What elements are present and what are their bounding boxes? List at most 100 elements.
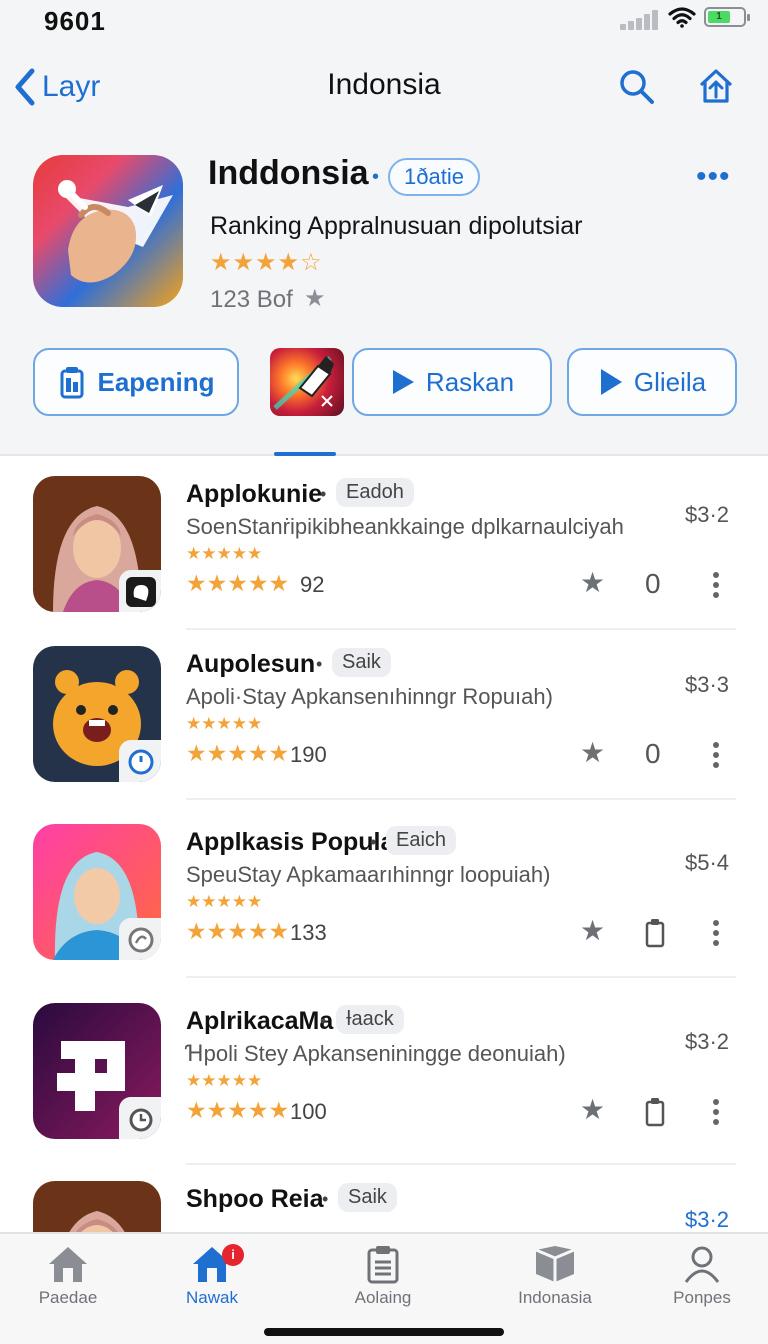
tab-label: Indonasia [518, 1288, 592, 1307]
home-indicator [264, 1328, 504, 1336]
person-hijab-icon[interactable] [33, 1181, 161, 1232]
navigation-bar: Layr Indonsia [0, 44, 768, 130]
row-divider [186, 976, 736, 978]
battery-icon: 1 [704, 7, 750, 27]
person-hijab-icon[interactable] [33, 476, 161, 612]
review-count: 123 Bof [210, 286, 293, 313]
small-rating-stars: ★★★★★ [186, 714, 263, 733]
letter-p-icon[interactable] [33, 1003, 161, 1139]
app-name[interactable]: Shpoo Reia [186, 1185, 324, 1214]
name-separator: • [322, 1189, 329, 1209]
tab-aolaing[interactable]: Aolaing [323, 1244, 443, 1324]
clipboard-icon[interactable] [644, 1097, 666, 1127]
app-name[interactable]: Applokunie [186, 480, 322, 509]
more-vertical-icon[interactable] [706, 1097, 726, 1127]
list-item[interactable]: Shpoo Reia • Saik $3·2 [0, 1179, 768, 1232]
favorite-star-icon[interactable]: ★ [580, 914, 605, 947]
app-name[interactable]: Aupolesun [186, 650, 315, 679]
rating-count: 133 [290, 920, 327, 945]
price-label: $3·2 [685, 1029, 730, 1054]
tab-label: Paedae [38, 1288, 98, 1307]
rating-count: 92 [300, 572, 325, 597]
app-name[interactable]: AplrikacaMa [186, 1007, 333, 1036]
favorite-star-icon[interactable]: ★ [580, 1093, 605, 1126]
search-icon[interactable] [616, 66, 656, 106]
tab-nawak[interactable]: i Nawak [152, 1244, 272, 1324]
tab-label: Nawak [186, 1288, 238, 1307]
more-vertical-icon[interactable] [706, 918, 726, 948]
glieila-label: Glieila [633, 366, 707, 397]
category-tag[interactable]: Saik [332, 648, 391, 677]
clipboard-icon[interactable] [644, 918, 666, 948]
app-title: Inddonsia [208, 154, 369, 192]
cellular-signal-icon [620, 10, 660, 30]
tab-paedae[interactable]: Paedae [8, 1244, 128, 1324]
price-label: $3·3 [685, 672, 730, 697]
play-icon [392, 370, 414, 394]
small-rating-stars: ★★★★★ [186, 892, 263, 911]
box-icon [535, 1246, 575, 1282]
app-subtitle: Ranking Appralnusuan dipolutsiar [210, 212, 583, 240]
tab-label: Ponpes [673, 1288, 731, 1307]
status-bar: 9601 1 [0, 0, 768, 44]
device-icon [60, 367, 84, 399]
list-item[interactable]: Applkasis Popula • Eaich $5·4 SpeuStay A… [0, 822, 768, 992]
category-tag[interactable]: Ɨaack [336, 1005, 404, 1034]
opening-label: Eapening [97, 366, 215, 397]
house-icon [49, 1247, 87, 1282]
more-options-icon[interactable]: ••• [696, 160, 731, 194]
person-blue-hijab-icon[interactable] [33, 824, 161, 960]
pen-tool-icon [273, 356, 334, 410]
list-item[interactable]: Aupolesun • Saik $3·3 Apoli·Stay Apkanse… [0, 644, 768, 814]
price-label: $5·4 [685, 850, 730, 875]
app-description: Apoli·Stay Apkansenıhinngr Ropuıah) [186, 684, 553, 709]
play-button-raskan[interactable]: Raskan [352, 348, 552, 416]
favorite-star-icon[interactable]: ★ [580, 736, 605, 769]
opening-button[interactable]: Eapening [33, 348, 239, 416]
app-description: SpeuStay Apkamaarıhinngr loopuiah) [186, 862, 551, 887]
title-separator: • [372, 166, 380, 188]
app-icon[interactable] [33, 155, 183, 307]
rating-stars: ★★★★★ [186, 570, 290, 596]
app-list: Applokunie • Eadoh $3·2 SoenStanṙipikibh… [0, 456, 768, 1232]
play-button-glieila[interactable]: Glieila [567, 348, 737, 416]
rating-stars: ★★★★★ [186, 918, 290, 944]
more-vertical-icon[interactable] [706, 570, 726, 600]
app-description: Ɦpoli Stey Apkanseniningge deonuiah) [186, 1041, 566, 1066]
name-separator: • [320, 484, 327, 504]
name-separator: • [370, 832, 377, 852]
category-badge[interactable]: 1ðatie [388, 158, 480, 196]
tab-indonasia[interactable]: Indonasia [495, 1244, 615, 1324]
app-badge-icon [119, 918, 161, 960]
app-header: Inddonsia • 1ðatie ••• Ranking Appralnus… [0, 130, 768, 456]
rating-stars: ★★★★☆ [210, 249, 323, 276]
category-tag[interactable]: Saik [338, 1183, 397, 1212]
rating-count: 100 [290, 1099, 327, 1124]
bear-mascot-icon[interactable] [33, 646, 161, 782]
row-divider [186, 1163, 736, 1165]
app-description: SoenStanṙipikibheankkainge dplkarnaulciy… [186, 514, 624, 539]
app-badge-icon [119, 740, 161, 782]
share-home-icon[interactable] [696, 66, 736, 106]
row-divider [186, 798, 736, 800]
rating-count: 190 [290, 742, 327, 767]
list-item[interactable]: Applokunie • Eadoh $3·2 SoenStanṙipikibh… [0, 474, 768, 644]
download-count: 0 [645, 568, 661, 599]
clipboard-icon [367, 1246, 399, 1284]
row-divider [186, 628, 736, 630]
more-vertical-icon[interactable] [706, 740, 726, 770]
list-item[interactable]: AplrikacaMa • Ɨaack $3·2 Ɦpoli Stey Apka… [0, 1001, 768, 1171]
small-rating-stars: ★★★★★ [186, 1071, 263, 1090]
category-tag[interactable]: Eadoh [336, 478, 414, 507]
app-badge-icon [119, 1097, 161, 1139]
tab-label: Aolaing [354, 1288, 412, 1307]
preview-thumbnail[interactable] [270, 348, 344, 416]
name-separator: • [316, 654, 323, 674]
tab-ponpes[interactable]: Ponpes [642, 1244, 762, 1324]
star-icon: ★ [304, 285, 326, 312]
category-tag[interactable]: Eaich [386, 826, 457, 855]
raskan-label: Raskan [425, 366, 515, 397]
favorite-star-icon[interactable]: ★ [580, 566, 605, 599]
app-name[interactable]: Applkasis Popula [186, 828, 394, 857]
name-separator: • [320, 1011, 327, 1031]
